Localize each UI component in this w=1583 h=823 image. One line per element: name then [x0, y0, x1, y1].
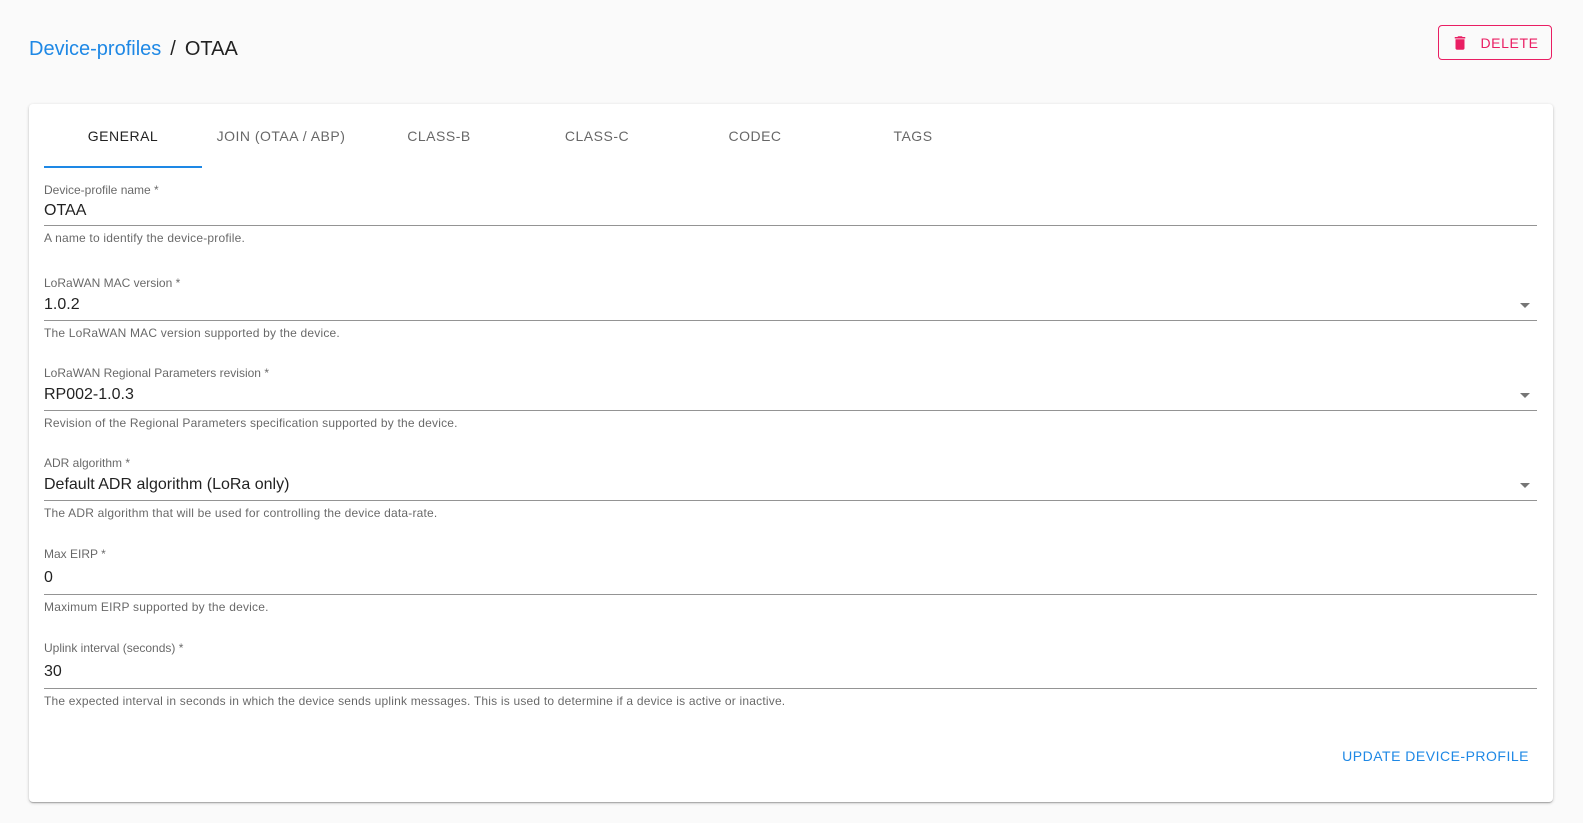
device-profile-name-input[interactable]: OTAA: [44, 197, 1537, 226]
regional-params-field: LoRaWAN Regional Parameters revision * R…: [44, 366, 1537, 430]
tab-label: TAGS: [893, 128, 933, 144]
adr-algorithm-value: Default ADR algorithm (LoRa only): [44, 476, 290, 493]
device-profile-name-label: Device-profile name *: [44, 183, 159, 197]
adr-algorithm-field: ADR algorithm * Default ADR algorithm (L…: [44, 456, 1537, 520]
tab-bar: GENERAL JOIN (OTAA / ABP) CLASS-B CLASS-…: [44, 104, 992, 168]
tab-label: CODEC: [728, 128, 782, 144]
breadcrumb-link-device-profiles[interactable]: Device-profiles: [29, 36, 161, 62]
uplink-interval-label: Uplink interval (seconds) *: [44, 641, 184, 655]
breadcrumb-separator: /: [170, 38, 176, 60]
mac-version-help: The LoRaWAN MAC version supported by the…: [44, 326, 340, 340]
tab-general[interactable]: GENERAL: [44, 104, 202, 168]
tab-class-c[interactable]: CLASS-C: [518, 104, 676, 168]
tab-join[interactable]: JOIN (OTAA / ABP): [202, 104, 360, 168]
adr-algorithm-help: The ADR algorithm that will be used for …: [44, 506, 438, 520]
delete-button-label: DELETE: [1480, 34, 1539, 51]
update-device-profile-button[interactable]: UPDATE DEVICE-PROFILE: [1342, 742, 1529, 770]
uplink-interval-value: 30: [44, 662, 62, 680]
max-eirp-input[interactable]: 0: [44, 561, 1537, 595]
adr-algorithm-select[interactable]: Default ADR algorithm (LoRa only): [44, 470, 1537, 501]
mac-version-label: LoRaWAN MAC version *: [44, 276, 181, 290]
mac-version-field: LoRaWAN MAC version * 1.0.2 The LoRaWAN …: [44, 276, 1537, 340]
max-eirp-label: Max EIRP *: [44, 547, 106, 561]
delete-button[interactable]: DELETE: [1438, 25, 1552, 60]
device-profile-name-help: A name to identify the device-profile.: [44, 231, 246, 245]
uplink-interval-field: Uplink interval (seconds) * 30 The expec…: [44, 641, 1537, 708]
mac-version-value: 1.0.2: [44, 296, 80, 313]
chevron-down-icon: [1520, 392, 1530, 398]
device-profile-name-value: OTAA: [44, 202, 87, 219]
device-profile-page: Device-profiles / OTAA DELETE GENERAL JO…: [0, 0, 1583, 823]
device-profile-name-field: Device-profile name * OTAA A name to ide…: [44, 183, 1537, 245]
max-eirp-field: Max EIRP * 0 Maximum EIRP supported by t…: [44, 547, 1537, 614]
regional-params-value: RP002-1.0.3: [44, 386, 134, 403]
uplink-interval-input[interactable]: 30: [44, 655, 1537, 689]
device-profile-form-card: GENERAL JOIN (OTAA / ABP) CLASS-B CLASS-…: [29, 104, 1553, 802]
tab-class-b[interactable]: CLASS-B: [360, 104, 518, 168]
max-eirp-value: 0: [44, 568, 53, 586]
tab-label: CLASS-C: [564, 128, 630, 144]
breadcrumb-current: OTAA: [184, 38, 238, 60]
mac-version-select[interactable]: 1.0.2: [44, 290, 1537, 321]
tab-label: JOIN (OTAA / ABP): [216, 128, 346, 144]
trash-icon: [1455, 35, 1466, 50]
regional-params-select[interactable]: RP002-1.0.3: [44, 380, 1537, 411]
tab-label: GENERAL: [87, 128, 159, 144]
tab-label: CLASS-B: [407, 128, 471, 144]
max-eirp-help: Maximum EIRP supported by the device.: [44, 600, 269, 614]
breadcrumb: Device-profiles / OTAA: [29, 36, 238, 62]
regional-params-help: Revision of the Regional Parameters spec…: [44, 416, 458, 430]
adr-algorithm-label: ADR algorithm *: [44, 456, 131, 470]
uplink-interval-help: The expected interval in seconds in whic…: [44, 694, 786, 708]
tab-codec[interactable]: CODEC: [676, 104, 834, 168]
regional-params-label: LoRaWAN Regional Parameters revision *: [44, 366, 269, 380]
tab-tags[interactable]: TAGS: [834, 104, 992, 168]
chevron-down-icon: [1520, 302, 1530, 308]
chevron-down-icon: [1520, 482, 1530, 488]
